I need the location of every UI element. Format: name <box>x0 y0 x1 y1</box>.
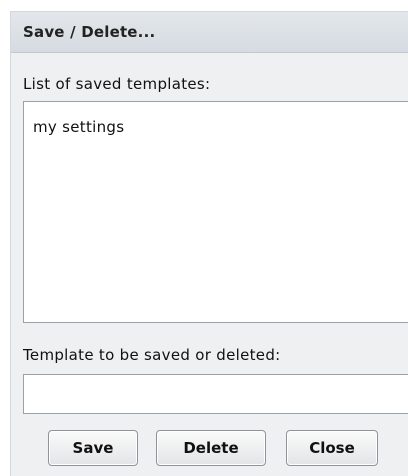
dialog-titlebar: Save / Delete... <box>11 12 408 53</box>
saved-templates-list[interactable]: my settings <box>23 101 408 323</box>
template-name-input[interactable] <box>23 374 408 414</box>
list-item[interactable]: my settings <box>33 118 124 136</box>
dialog-title: Save / Delete... <box>23 23 156 41</box>
close-button[interactable]: Close <box>286 430 378 466</box>
save-button[interactable]: Save <box>48 430 138 466</box>
saved-templates-label: List of saved templates: <box>23 75 211 93</box>
save-delete-dialog: Save / Delete... List of saved templates… <box>10 11 408 476</box>
template-name-label: Template to be saved or deleted: <box>23 346 281 364</box>
delete-button[interactable]: Delete <box>156 430 266 466</box>
